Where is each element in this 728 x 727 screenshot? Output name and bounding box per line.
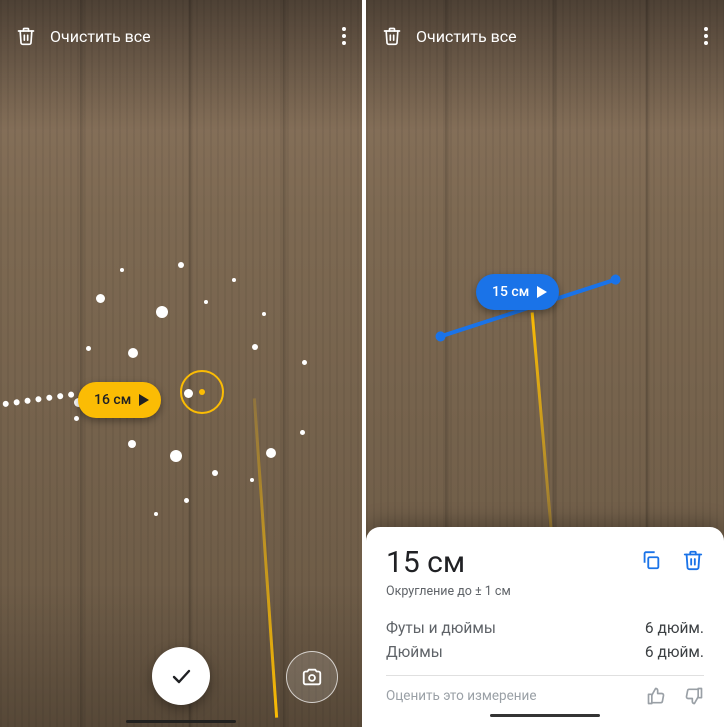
feature-dot xyxy=(204,300,208,304)
rate-label: Оценить это измерение xyxy=(386,688,537,704)
measurement-pill[interactable]: 16 см xyxy=(78,382,161,418)
confirm-button[interactable] xyxy=(152,647,210,705)
feature-dot xyxy=(252,344,258,350)
topbar: Очистить все xyxy=(14,16,352,56)
home-indicator xyxy=(126,720,236,723)
more-icon[interactable] xyxy=(336,21,352,51)
delete-button[interactable] xyxy=(682,549,704,571)
feature-dot xyxy=(170,450,182,462)
feature-dot xyxy=(96,294,105,303)
unit-row: Футы и дюймы 6 дюйм. xyxy=(386,619,704,637)
feature-dot xyxy=(266,448,276,458)
rounding-note: Округление до ± 1 см xyxy=(386,584,511,599)
camera-icon xyxy=(301,666,323,688)
screen-left: 16 см Очистить все xyxy=(0,0,366,727)
measurement-label: 16 см xyxy=(94,392,131,408)
measurement-pill[interactable]: 15 см xyxy=(476,274,559,310)
feature-dot xyxy=(178,262,184,268)
feature-dot xyxy=(128,348,138,358)
feature-dot xyxy=(302,360,307,365)
camera-button[interactable] xyxy=(286,651,338,703)
thumb-up-button[interactable] xyxy=(646,686,666,706)
feature-dot xyxy=(300,430,305,435)
feature-dot xyxy=(212,470,218,476)
more-icon[interactable] xyxy=(698,21,714,51)
feature-dot xyxy=(86,346,91,351)
home-indicator xyxy=(490,714,600,717)
unit-value: 6 дюйм. xyxy=(645,619,704,637)
play-icon xyxy=(537,286,547,298)
vignette xyxy=(0,0,362,727)
measurement-label: 15 см xyxy=(492,284,529,300)
clear-all-button[interactable]: Очистить все xyxy=(50,27,151,46)
feature-dot xyxy=(232,278,236,282)
screen-right: 15 см Очистить все 15 см Округление до ±… xyxy=(366,0,724,727)
feature-dot xyxy=(184,498,189,503)
feature-dot xyxy=(120,268,124,272)
trash-icon xyxy=(682,549,704,571)
unit-value: 6 дюйм. xyxy=(645,643,704,661)
thumb-down-icon xyxy=(684,686,704,706)
thumb-down-button[interactable] xyxy=(684,686,704,706)
result-value: 15 см xyxy=(386,545,511,580)
check-icon xyxy=(169,664,193,688)
play-icon xyxy=(139,394,149,406)
feature-dot xyxy=(74,416,79,421)
topbar: Очистить все xyxy=(380,16,714,56)
feature-dot xyxy=(262,312,266,316)
clear-all-button[interactable]: Очистить все xyxy=(416,27,517,46)
unit-row: Дюймы 6 дюйм. xyxy=(386,643,704,661)
unit-label: Футы и дюймы xyxy=(386,619,496,637)
feature-dot xyxy=(250,478,254,482)
copy-button[interactable] xyxy=(640,549,662,571)
divider xyxy=(386,675,704,676)
thumb-up-icon xyxy=(646,686,666,706)
result-sheet: 15 см Округление до ± 1 см Футы и дюймы … xyxy=(366,527,724,727)
trash-icon[interactable] xyxy=(14,24,38,48)
endpoint-dot xyxy=(184,389,193,398)
trash-icon[interactable] xyxy=(380,24,404,48)
feature-dot xyxy=(128,440,136,448)
copy-icon xyxy=(640,549,662,571)
feature-dot xyxy=(156,306,168,318)
feature-dot xyxy=(154,512,158,516)
unit-label: Дюймы xyxy=(386,643,443,661)
